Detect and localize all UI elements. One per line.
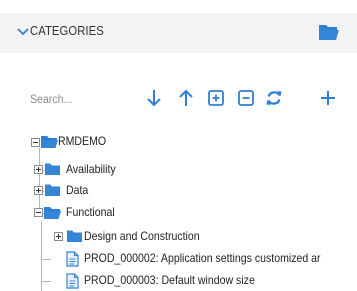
tree-connector xyxy=(41,281,51,282)
tree-connector xyxy=(39,148,40,214)
tree-node-prod-000003[interactable]: PROD_000003: Default window size xyxy=(84,273,255,287)
tree-toggle-data[interactable] xyxy=(34,186,43,195)
tree-node-prod-000002[interactable]: PROD_000002: Application settings custom… xyxy=(84,251,321,265)
document-icon xyxy=(66,273,79,289)
tree-toggle-rmdemo[interactable] xyxy=(31,138,40,147)
open-folder-icon xyxy=(41,136,58,148)
document-icon xyxy=(66,251,79,267)
folder-icon xyxy=(45,163,60,175)
tree-toggle-design-and-construction[interactable] xyxy=(54,232,63,241)
open-folder-icon xyxy=(44,207,61,219)
tree-node-data[interactable]: Data xyxy=(66,183,88,197)
tree-node-design-and-construction[interactable]: Design and Construction xyxy=(84,229,200,243)
category-tree: RMDEMO Availability Data Functional Desi… xyxy=(0,0,357,291)
tree-toggle-functional[interactable] xyxy=(34,208,43,217)
tree-node-functional[interactable]: Functional xyxy=(66,205,115,219)
tree-connector xyxy=(41,259,51,260)
tree-node-rmdemo[interactable]: RMDEMO xyxy=(58,134,106,148)
folder-icon xyxy=(45,184,60,196)
folder-icon xyxy=(67,230,82,242)
tree-toggle-availability[interactable] xyxy=(34,165,43,174)
tree-node-availability[interactable]: Availability xyxy=(66,162,116,176)
